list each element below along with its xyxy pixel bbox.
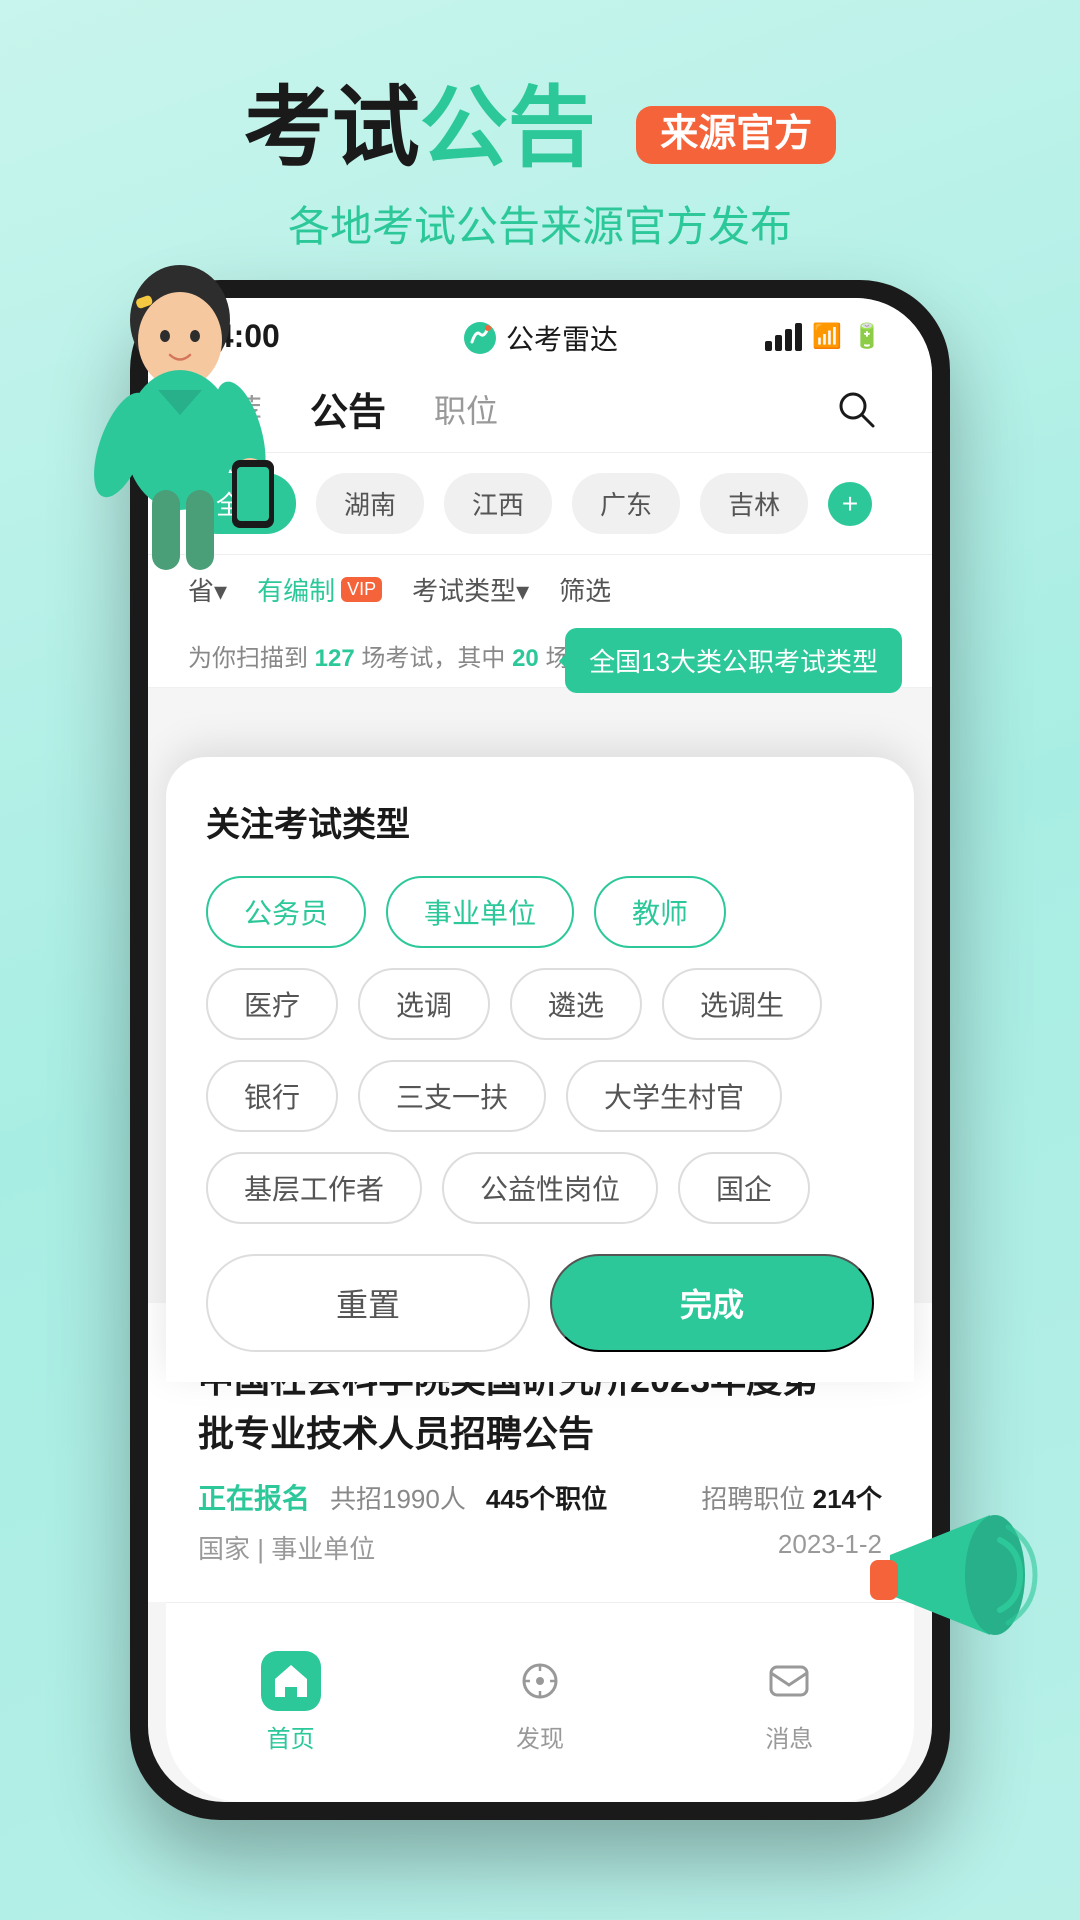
signal-bars-icon — [765, 323, 802, 351]
tag-public-institution[interactable]: 事业单位 — [386, 876, 574, 948]
hero-subtitle: 各地考试公告来源官方发布 — [60, 193, 1020, 254]
region-guangdong[interactable]: 广东 — [572, 473, 680, 534]
popup-card: 关注考试类型 公务员 事业单位 教师 医疗 选调 遴选 选调生 银行 三支一扶 … — [166, 757, 914, 1382]
message-icon — [759, 1651, 819, 1711]
title-black: 考试 — [244, 78, 420, 177]
tag-grassroots[interactable]: 基层工作者 — [206, 1152, 422, 1224]
region-jiangxi[interactable]: 江西 — [444, 473, 552, 534]
title-green: 公告 — [420, 78, 596, 177]
scan-count1: 127 — [315, 645, 355, 672]
announcement-category: 国家 | 事业单位 2023-1-2 — [198, 1529, 882, 1566]
tag-xuandiaosheng[interactable]: 选调生 — [662, 968, 822, 1040]
hero-section: 考试公告 来源官方 各地考试公告来源官方发布 — [0, 0, 1080, 294]
search-icon[interactable] — [830, 383, 882, 435]
tab-position[interactable]: 职位 — [434, 386, 498, 432]
official-badge: 来源官方 — [636, 106, 836, 164]
tag-village-official[interactable]: 大学生村官 — [566, 1060, 782, 1132]
category-label: 国家 | 事业单位 — [198, 1529, 375, 1566]
tag-medical[interactable]: 医疗 — [206, 968, 338, 1040]
region-jilin[interactable]: 吉林 — [700, 473, 808, 534]
tab-announcement[interactable]: 公告 — [310, 381, 386, 436]
filter-screen[interactable]: 筛选 — [559, 571, 611, 608]
popup-buttons: 重置 完成 — [206, 1254, 874, 1352]
tag-bank[interactable]: 银行 — [206, 1060, 338, 1132]
announcement-status: 正在报名 — [198, 1477, 310, 1517]
position-count: 445个职位 — [486, 1479, 607, 1516]
scan-count2: 20 — [512, 645, 539, 672]
region-add-button[interactable]: + — [828, 482, 872, 526]
wifi-icon: 📶 — [812, 322, 842, 351]
bottom-nav: 首页 发现 — [166, 1602, 914, 1802]
app-logo: 公考雷达 — [462, 318, 618, 358]
tag-linxuan[interactable]: 遴选 — [510, 968, 642, 1040]
battery-icon: 🔋 — [852, 322, 882, 351]
character-illustration — [80, 260, 280, 585]
nav-home[interactable]: 首页 — [261, 1651, 321, 1754]
announcement-meta: 正在报名 共招1990人 445个职位 招聘职位 214个 — [198, 1477, 882, 1517]
app-name: 公考雷达 — [506, 318, 618, 358]
status-icons: 📶 🔋 — [765, 322, 882, 351]
nav-discover-label: 发现 — [516, 1719, 564, 1754]
app-logo-icon — [462, 320, 498, 356]
nav-message-label: 消息 — [765, 1719, 813, 1754]
popup-title: 关注考试类型 — [206, 797, 874, 846]
reset-button[interactable]: 重置 — [206, 1254, 530, 1352]
vip-badge: VIP — [341, 577, 382, 602]
tag-sanzhiyifu[interactable]: 三支一扶 — [358, 1060, 546, 1132]
filter-exam-type[interactable]: 考试类型▾ — [412, 571, 529, 608]
confirm-button[interactable]: 完成 — [550, 1254, 874, 1352]
hero-title: 考试公告 来源官方 — [60, 80, 1020, 177]
discover-icon — [510, 1651, 570, 1711]
tag-state-enterprise[interactable]: 国企 — [678, 1152, 810, 1224]
megaphone-illustration — [850, 1485, 1050, 1690]
tag-teacher[interactable]: 教师 — [594, 876, 726, 948]
nav-home-label: 首页 — [267, 1719, 315, 1754]
home-icon — [261, 1651, 321, 1711]
tags-grid: 公务员 事业单位 教师 医疗 选调 遴选 选调生 银行 三支一扶 大学生村官 基… — [206, 876, 874, 1224]
nav-message[interactable]: 消息 — [759, 1651, 819, 1754]
tag-xuandiao[interactable]: 选调 — [358, 968, 490, 1040]
nav-discover[interactable]: 发现 — [510, 1651, 570, 1754]
tag-civil-servant[interactable]: 公务员 — [206, 876, 366, 948]
recruit-count: 共招1990人 — [330, 1479, 466, 1516]
region-hunan[interactable]: 湖南 — [316, 473, 424, 534]
tag-public-welfare[interactable]: 公益性岗位 — [442, 1152, 658, 1224]
exam-type-tooltip: 全国13大类公职考试类型 — [565, 628, 902, 693]
